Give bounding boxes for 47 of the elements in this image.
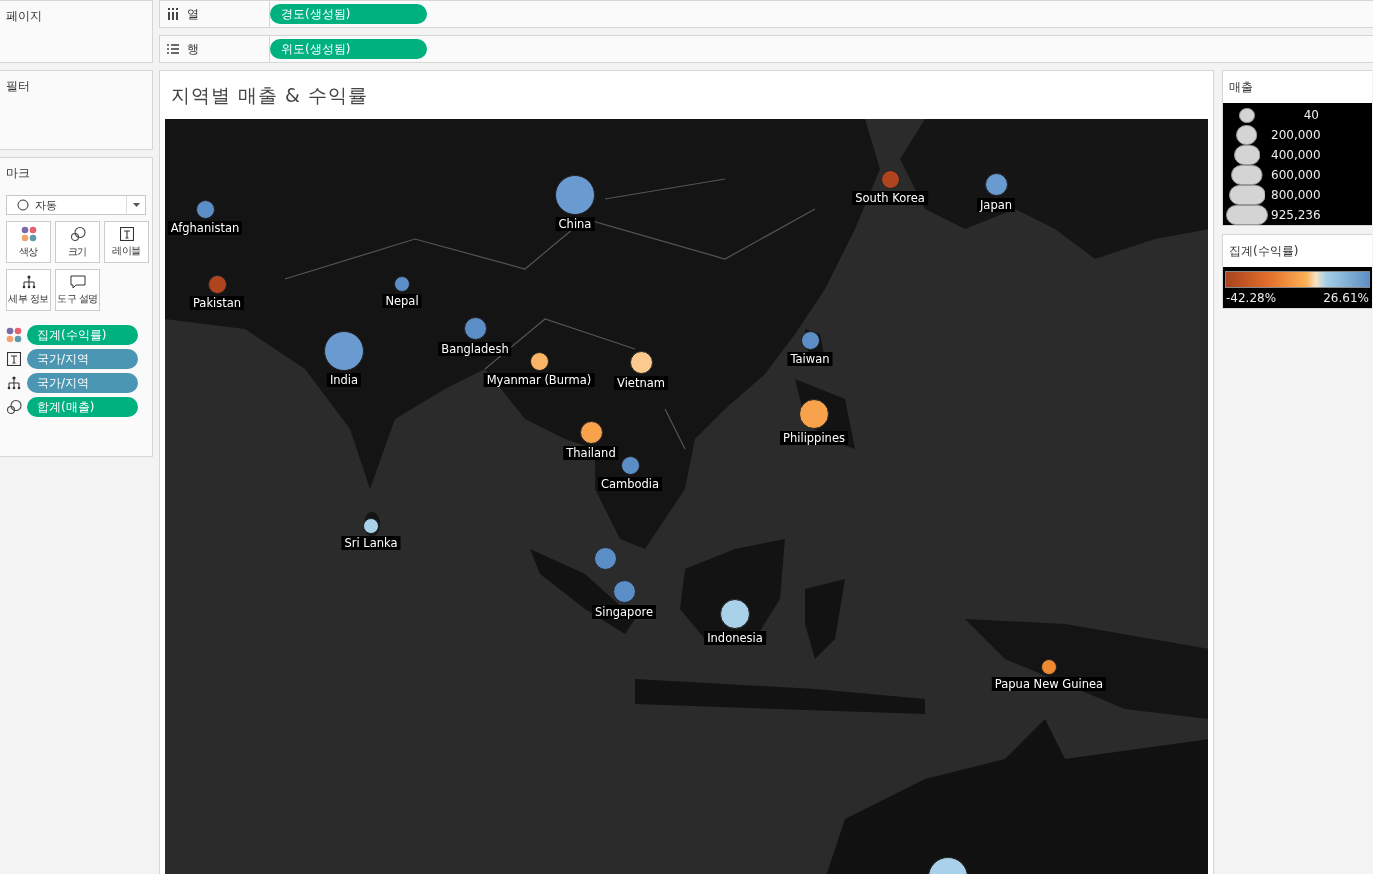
- country-label: Sri Lanka: [341, 536, 401, 550]
- size-swatch-icon: [1231, 165, 1263, 185]
- speech-bubble-icon: [69, 274, 86, 289]
- columns-icon: [167, 8, 179, 20]
- legend-value: 40: [1302, 108, 1319, 122]
- shelf-label: 행: [187, 40, 199, 58]
- marks-button[interactable]: 색상: [6, 221, 51, 263]
- country-label: Philippines: [780, 431, 848, 445]
- legend-title: 집계(수익률): [1228, 243, 1300, 260]
- marks-title: 마크: [6, 165, 31, 182]
- shelf-label: 열: [187, 5, 199, 23]
- legend-max: 26.61%: [1323, 291, 1369, 305]
- color-dots-icon: [6, 327, 22, 343]
- legend-value: 600,000: [1271, 168, 1319, 182]
- legend-value: 200,000: [1271, 128, 1319, 142]
- marks-button[interactable]: 세부 정보: [6, 269, 51, 311]
- legend-value: 925,236: [1271, 208, 1319, 222]
- country-label: Nepal: [382, 294, 422, 308]
- country-label: China: [555, 217, 595, 231]
- marks-button[interactable]: 레이블: [104, 221, 149, 263]
- caret-icon: [132, 203, 140, 207]
- text-label-icon: [7, 352, 21, 366]
- country-label: India: [326, 373, 362, 387]
- text-label-icon: [119, 226, 134, 241]
- circle-icon: [17, 199, 29, 211]
- view-title: 지역별 매출 & 수익률: [170, 83, 369, 108]
- size-icon: [6, 399, 22, 415]
- color-dots-icon: [20, 225, 37, 242]
- country-label: Papua New Guinea: [991, 677, 1107, 691]
- rows-icon: [167, 44, 179, 54]
- size-swatch-icon: [1239, 107, 1255, 123]
- mark-type-dropdown[interactable]: 자동: [6, 195, 146, 215]
- size-swatch-icon: [1228, 185, 1266, 205]
- size-swatch-icon: [1233, 145, 1261, 165]
- legend-value: 400,000: [1271, 148, 1319, 162]
- marks-button[interactable]: 도구 설명: [55, 269, 100, 311]
- filters-title: 필터: [6, 78, 31, 95]
- size-swatch-icon: [1236, 125, 1258, 145]
- country-label: Indonesia: [704, 631, 766, 645]
- legend-min: -42.28%: [1226, 291, 1277, 305]
- pages-title: 페이지: [6, 8, 43, 25]
- legend-title: 매출: [1228, 79, 1254, 96]
- size-icon: [69, 225, 86, 242]
- hierarchy-icon: [21, 274, 36, 289]
- hierarchy-icon: [7, 376, 21, 390]
- legend-value: 800,000: [1271, 188, 1319, 202]
- marks-button[interactable]: 크기: [55, 221, 100, 263]
